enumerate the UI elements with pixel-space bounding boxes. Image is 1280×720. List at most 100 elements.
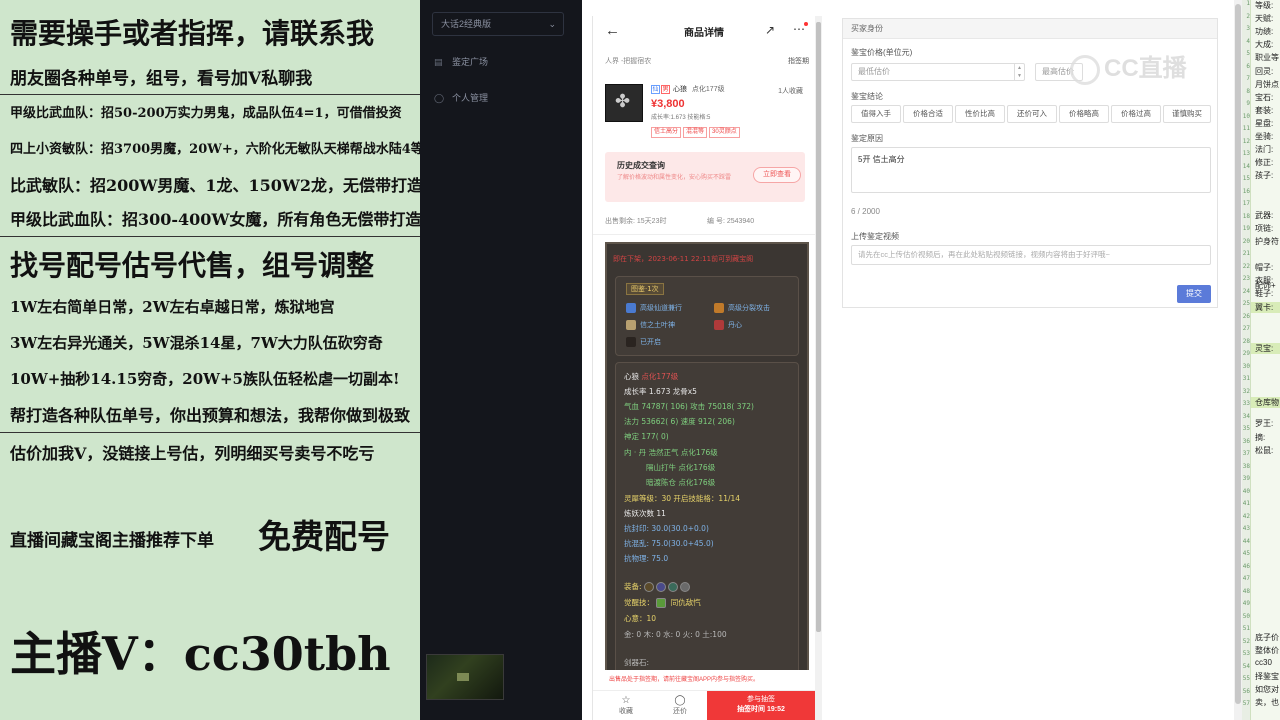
notes-editor-strip: 等级: 天赋: 功绩: 大成: 职业等 回灵: 月饼点 宝石: 套装: 星盘: 坐骑: 法门: 修正: 孩… [1250, 0, 1280, 720]
bargain-button[interactable]: ◯ 还价 [665, 695, 695, 716]
ad-line: 1W左右简单日常，2W左右卓越日常，炼狱地宫 [10, 298, 335, 316]
game-select[interactable]: 大话2经典版 ⌄ [432, 12, 564, 36]
note-line: 如您对 [1255, 685, 1279, 694]
skill-item: 高级分裂攻击 [714, 303, 770, 313]
line-number: 20 [1242, 237, 1250, 245]
line-number: 19 [1242, 225, 1250, 232]
sidebar-item-appraisal-square[interactable]: ▤ 鉴定广场 [434, 54, 488, 70]
status-label: 指签期 [788, 58, 809, 65]
note-line: 松鼠: [1255, 446, 1274, 455]
collect-button[interactable]: ☆ 收藏 [611, 695, 641, 716]
ad-line: 需要操手或者指挥，请联系我 [10, 17, 375, 50]
video-link-input[interactable]: 请先在cc上传估价视频后，再在此处粘贴视频链接，视频内容将由于好评哦~ [851, 245, 1211, 265]
ad-line: 直播间藏宝阁主播推荐下单 [10, 531, 214, 551]
skill-item: 高级仙道兼行 [626, 303, 682, 313]
server-row: 人界 -把握宿农 指签期 [605, 56, 809, 66]
history-query-box: 历史成交查询 了解价格波动和属性变化，安心购买不踩雷 立即查看 [605, 152, 805, 202]
line-number: 40 [1242, 487, 1250, 495]
skill-item: 已开启 [626, 337, 661, 347]
line-number: 13 [1242, 150, 1250, 157]
note-line: 大成: [1255, 40, 1274, 49]
cc-live-watermark: CC直播 [1070, 48, 1240, 88]
badge: 30灵颜点 [709, 127, 740, 138]
meta-row: 出售剩余: 15天23时 编 号: 2543940 [605, 216, 809, 226]
skill-icon [626, 337, 636, 347]
collect-count: 1人收藏 [778, 88, 803, 95]
attr-line: 成长率 1.673 龙骨x5 [624, 387, 697, 396]
note-line: cc30 [1255, 658, 1272, 667]
item-price: ¥3,800 [651, 98, 685, 110]
skill-item: 信之土叶神 [626, 320, 675, 330]
line-number: 49 [1242, 600, 1250, 607]
line-number: 47 [1242, 575, 1250, 582]
line-number: 15 [1242, 175, 1250, 182]
item-card[interactable]: 仙男 心狼 点化177级 1人收藏 ¥3,800 成长率:1.673 技能格:5… [593, 76, 815, 140]
line-number: 45 [1242, 550, 1250, 557]
user-icon: ◯ [434, 93, 445, 103]
line-number: 22 [1242, 262, 1250, 270]
share-icon[interactable]: ↗ [765, 23, 775, 37]
conclusion-option[interactable]: 价格略高 [1059, 105, 1109, 123]
chevron-down-icon: ⌄ [548, 19, 556, 29]
line-numbers: 1 2 3 4 5 6 7 8 9 10 11 12 13 14 15 16 17 18 19 20 21 22 23 24 2… [1240, 0, 1250, 720]
game-select-value: 大话2经典版 [441, 19, 492, 29]
line-number: 29 [1242, 350, 1250, 357]
min-price-input[interactable]: 最低估价 ▲ ▼ [851, 63, 1025, 81]
streamer-ad-overlay: 需要操手或者指挥，请联系我 朋友圈各种单号，组号，看号加V私聊我 甲级比武血队：… [0, 0, 420, 720]
line-number: 57 [1242, 700, 1250, 707]
note-line: 整体价 [1255, 646, 1279, 655]
divider [0, 432, 420, 433]
sidebar-item-personal[interactable]: ◯ 个人管理 [434, 90, 488, 106]
line-number: 23 [1242, 275, 1250, 282]
note-line: 月饼点 [1255, 80, 1279, 89]
join-lottery-button[interactable]: 参与抽签 抽签时间 19:52 [707, 691, 815, 720]
skill-icon [626, 320, 636, 330]
header: ← 商品详情 ↗ ⋯ [593, 16, 815, 48]
phone-scrollbar[interactable] [815, 16, 822, 720]
game-stream-thumbnail [426, 654, 504, 700]
note-line: 鞋子: [1255, 289, 1274, 298]
reason-label: 鉴定原因 [851, 134, 883, 143]
line-number: 12 [1242, 137, 1250, 145]
line-number: 41 [1242, 500, 1250, 507]
line-number: 51 [1242, 625, 1250, 632]
line-number: 17 [1242, 200, 1250, 207]
conclusion-option[interactable]: 性价比高 [955, 105, 1005, 123]
note-line: 灵宝: [1251, 343, 1280, 354]
divider [0, 236, 420, 237]
stepper-icon[interactable]: ▲ ▼ [1014, 64, 1024, 80]
item-level: 点化177级 [691, 86, 725, 93]
conclusion-option[interactable]: 还价可入 [1007, 105, 1057, 123]
item-name: 心狼 [672, 86, 687, 93]
scrollbar-thumb[interactable] [816, 22, 821, 632]
skill-icon [714, 303, 724, 313]
note-line: 卖，也 [1255, 698, 1279, 707]
conclusion-option[interactable]: 值得入手 [851, 105, 901, 123]
attr-line: 金: 0 木: 0 水: 0 火: 0 土:100 [624, 630, 727, 639]
line-number: 37 [1242, 450, 1250, 457]
submit-button[interactable]: 提交 [1177, 285, 1211, 303]
line-number: 35 [1242, 425, 1250, 432]
document-icon: ▤ [434, 57, 443, 67]
ad-line: 3W左右异光通关，5W混杀14星，7W大力队伍砍穷奇 [10, 334, 383, 352]
line-number: 25 [1242, 300, 1250, 307]
note-line: 职业等 [1255, 53, 1279, 62]
note-line: 修正: [1255, 158, 1274, 167]
time-remaining: 出售剩余: 15天23时 [605, 218, 667, 225]
line-number: 36 [1242, 437, 1250, 445]
item-avatar [605, 84, 643, 122]
reason-textarea[interactable]: 5开 信土高分 [851, 147, 1211, 193]
note-line: 底子价 [1255, 633, 1279, 642]
note-line: 等级: [1255, 1, 1274, 10]
line-number: 52 [1242, 637, 1250, 645]
line-number: 42 [1242, 512, 1250, 520]
line-number: 53 [1242, 650, 1250, 657]
attr-line: 抗物理: 75.0 [624, 554, 669, 563]
view-now-button[interactable]: 立即查看 [753, 167, 801, 183]
line-number: 34 [1242, 412, 1250, 420]
conclusion-option[interactable]: 价格合适 [903, 105, 953, 123]
line-number: 31 [1242, 375, 1250, 382]
conclusion-option[interactable]: 价格过高 [1111, 105, 1161, 123]
conclusion-option[interactable]: 谨慎购买 [1163, 105, 1211, 123]
line-number: 44 [1242, 537, 1250, 545]
